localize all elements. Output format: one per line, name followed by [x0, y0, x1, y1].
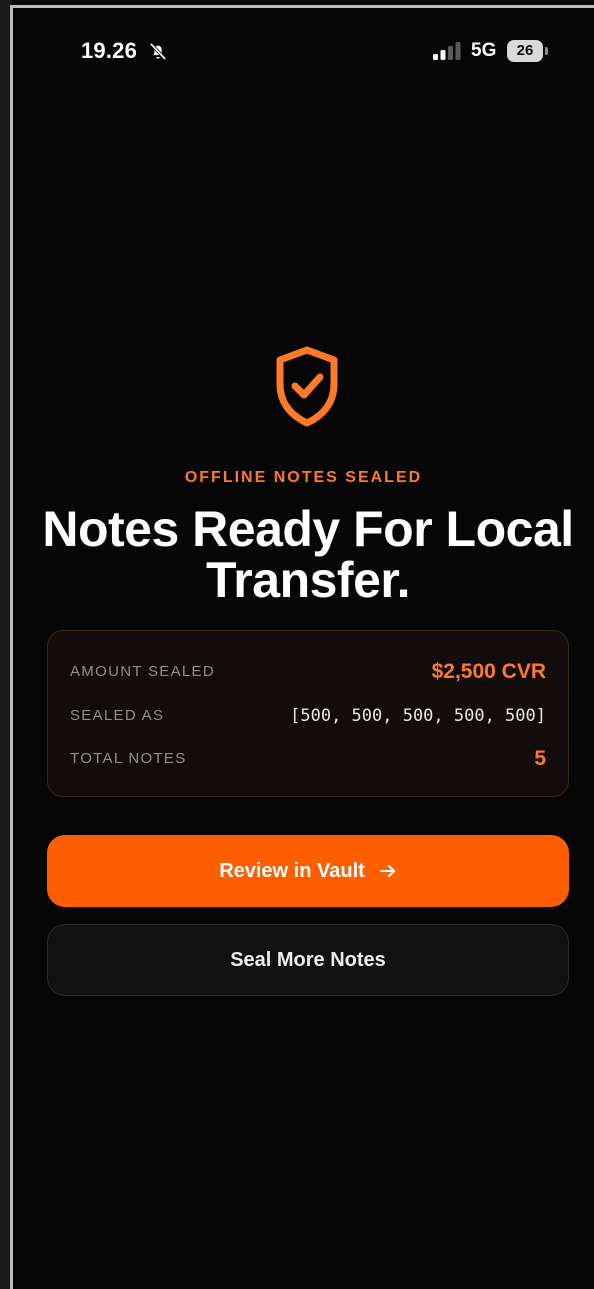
seal-more-notes-label: Seal More Notes	[230, 948, 386, 971]
battery-icon: 26	[507, 40, 548, 62]
amount-value: $2,500 CVR	[431, 660, 546, 683]
status-eyebrow: OFFLINE NOTES SEALED	[184, 469, 423, 486]
shield-check-icon	[276, 346, 338, 427]
arrow-right-icon	[379, 865, 395, 877]
sealed-as-value: [500, 500, 500, 500, 500]	[290, 706, 546, 726]
seal-more-notes-button[interactable]: Seal More Notes	[47, 924, 569, 996]
total-notes-value: 5	[534, 747, 546, 770]
signal-icon	[433, 42, 461, 60]
device-frame: 19.26 5G 26 OFFLINE NOTES SEALED Notes R…	[0, 0, 594, 1289]
summary-card: AMOUNT SEALED $2,500 CVR SEALED AS [500,…	[47, 630, 569, 797]
battery-tip	[545, 47, 548, 55]
sealed-as-label: SEALED AS	[70, 707, 165, 724]
page-title: Notes Ready For Local Transfer.	[42, 501, 574, 608]
review-in-vault-button[interactable]: Review in Vault	[47, 835, 569, 907]
frame-edge-left	[0, 0, 13, 1289]
summary-row-denominations: SEALED AS [500, 500, 500, 500, 500]	[70, 701, 546, 731]
network-type: 5G	[471, 40, 497, 61]
bell-off-icon	[149, 42, 167, 61]
total-notes-label: TOTAL NOTES	[70, 750, 187, 767]
review-in-vault-label: Review in Vault	[219, 859, 365, 882]
summary-row-count: TOTAL NOTES 5	[70, 744, 546, 774]
amount-label: AMOUNT SEALED	[70, 663, 215, 680]
app-screen: 19.26 5G 26 OFFLINE NOTES SEALED Notes R…	[13, 8, 594, 1289]
status-time: 19.26	[81, 38, 138, 63]
summary-row-amount: AMOUNT SEALED $2,500 CVR	[70, 657, 546, 687]
battery-level: 26	[507, 40, 543, 62]
